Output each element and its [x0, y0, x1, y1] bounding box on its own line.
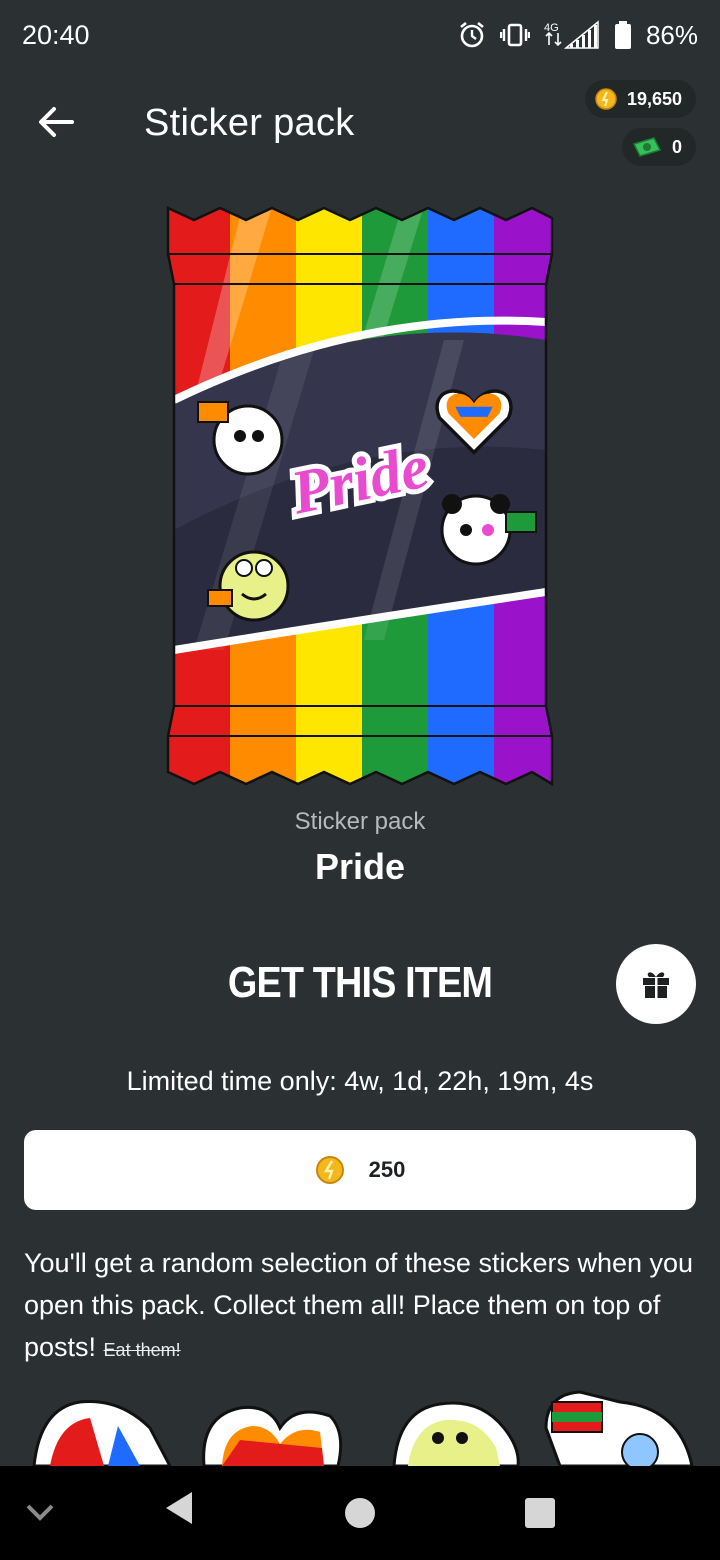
signal-icon: 4G: [544, 20, 599, 49]
home-nav-icon[interactable]: [344, 1497, 376, 1529]
header: Sticker pack 19,650 0: [0, 78, 720, 178]
gift-button[interactable]: [616, 944, 696, 1024]
description: You'll get a random selection of these s…: [24, 1242, 696, 1371]
cash-icon: [632, 137, 662, 157]
coin-icon: [315, 1156, 344, 1184]
battery-icon: [614, 21, 631, 49]
cash-balance[interactable]: 0: [621, 128, 696, 166]
gift-icon: [643, 972, 669, 998]
limited-time-countdown: Limited time only: 4w, 1d, 22h, 19m, 4s: [126, 1066, 594, 1096]
sticker-preview-row: [32, 1390, 694, 1466]
coins-balance[interactable]: 19,650: [584, 80, 696, 118]
sticker-pack-image: Pride Pride: [166, 206, 554, 787]
coins-amount: 19,650: [626, 88, 682, 109]
status-time: 20:40: [22, 19, 90, 50]
buy-button[interactable]: 250: [24, 1130, 696, 1210]
preview-sticker-ghost: [544, 1390, 694, 1466]
status-bar: 20:40 4G 86%: [0, 0, 720, 70]
preview-sticker-pride: [32, 1400, 172, 1466]
vibrate-icon: [499, 23, 530, 47]
cash-amount: 0: [671, 136, 682, 157]
back-nav-icon[interactable]: [164, 1490, 194, 1526]
recents-nav-icon[interactable]: [524, 1497, 556, 1529]
preview-sticker-frog: [392, 1401, 520, 1466]
price-amount: 250: [368, 1157, 406, 1182]
item-name: Pride: [314, 846, 406, 887]
page-title: Sticker pack: [144, 102, 355, 144]
coin-icon: [595, 88, 617, 110]
battery-percent: 86%: [645, 19, 698, 50]
item-type: Sticker pack: [294, 808, 426, 835]
network-type: 4G: [544, 22, 559, 34]
get-item-heading: GET THIS ITEM: [227, 958, 493, 1007]
system-nav-bar: [0, 1466, 720, 1560]
back-arrow-icon[interactable]: [34, 100, 78, 144]
chevron-down-icon[interactable]: [24, 1500, 56, 1524]
alarm-icon: [460, 21, 484, 48]
status-icons: 4G 86%: [458, 20, 698, 51]
preview-sticker-heart: [202, 1405, 343, 1466]
description-strike: Eat them!: [103, 1340, 181, 1360]
